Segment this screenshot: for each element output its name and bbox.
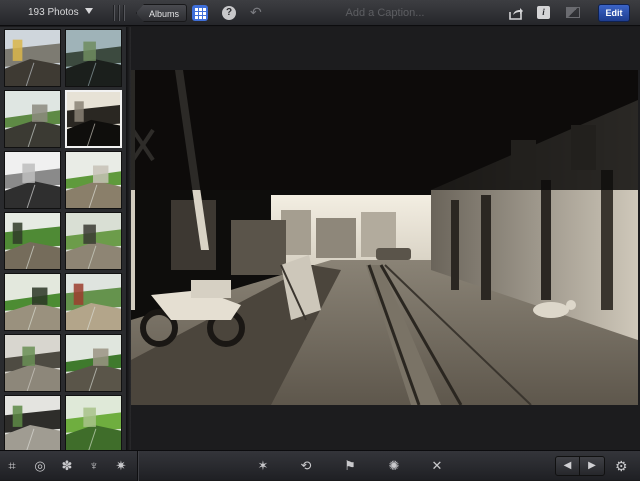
chevron-down-icon [84,8,93,14]
photo-thumbnail[interactable] [65,212,122,270]
photo-thumbnail[interactable] [65,273,122,331]
bottom-toolbar: ⌗ ◎ ✽ ♆ ✷ ✶ ⟲ ⚑ ✺ ✕ ◀ ▶ ⚙ [0,450,640,481]
photo-thumbnail[interactable] [65,29,122,87]
photo-thumbnail[interactable] [65,395,122,450]
photo-viewer [131,27,640,450]
photo-thumbnail[interactable] [4,151,61,209]
edit-button[interactable]: Edit [598,4,630,22]
grid-view-icon[interactable] [192,5,208,21]
auto-enhance-icon[interactable]: ✶ [255,458,271,474]
photo-thumbnail[interactable] [65,90,122,148]
photo-count-menu[interactable]: 193 Photos [28,0,93,26]
albums-back-button[interactable]: Albums [136,4,188,22]
next-photo-button[interactable]: ▶ [580,457,604,475]
toolbar-separator [137,451,139,481]
thumbnail-grid [4,29,124,450]
rotate-icon[interactable]: ⟲ [298,458,314,474]
grip-handle-icon[interactable] [113,5,125,21]
effects-icon[interactable]: ✷ [113,458,129,474]
share-icon[interactable] [508,5,524,21]
photo-thumbnail[interactable] [4,395,61,450]
color-palette-icon[interactable]: ✽ [59,458,75,474]
hide-icon[interactable]: ✕ [429,458,445,474]
info-icon[interactable]: i [537,6,550,19]
top-toolbar: 193 Photos Albums ? ↶ Add a Caption... i… [0,0,640,26]
caption-field[interactable]: Add a Caption... [300,0,470,26]
photo-thumbnail[interactable] [4,29,61,87]
brushes-icon[interactable]: ♆ [86,458,102,474]
photo-thumbnail[interactable] [65,151,122,209]
previous-photo-button[interactable]: ◀ [556,457,581,475]
undo-icon[interactable]: ↶ [250,4,262,21]
help-icon[interactable]: ? [222,6,236,20]
photo-thumbnail[interactable] [4,90,61,148]
main-photo[interactable] [131,70,638,405]
photo-count-label: 193 Photos [28,7,79,18]
exposure-icon[interactable]: ◎ [32,458,48,474]
photo-thumbnail[interactable] [65,334,122,392]
photo-thumbnail[interactable] [4,273,61,331]
favorite-icon[interactable]: ✺ [386,458,402,474]
compare-icon[interactable] [566,7,580,18]
photo-thumbnail[interactable] [4,334,61,392]
crop-icon[interactable]: ⌗ [4,458,20,474]
thumbnail-sidebar[interactable] [0,27,126,450]
flag-icon[interactable]: ⚑ [342,458,358,474]
photo-thumbnail[interactable] [4,212,61,270]
gear-icon[interactable]: ⚙ [615,458,628,475]
photo-navigation: ◀ ▶ [555,456,605,476]
